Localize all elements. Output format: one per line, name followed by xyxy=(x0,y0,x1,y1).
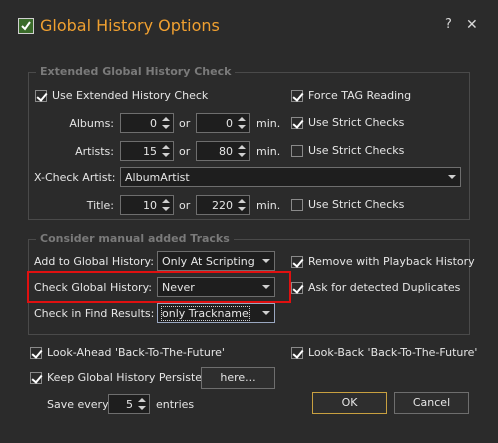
artists-unit-label: min. xyxy=(256,145,281,158)
check-global-value: Never xyxy=(162,281,195,294)
ok-button[interactable]: OK xyxy=(312,392,387,414)
artists-min-value: 15 xyxy=(143,145,157,158)
albums-min-spinner[interactable]: 0 xyxy=(120,113,174,133)
albums-or-label: or xyxy=(179,117,191,130)
extended-group-title: Extended Global History Check xyxy=(36,65,236,78)
title-row-label: Title: xyxy=(86,199,114,212)
force-tag-label: Force TAG Reading xyxy=(308,89,412,102)
check-global-combo[interactable]: Never xyxy=(157,277,275,297)
look-ahead-label: Look-Ahead 'Back-To-The-Future' xyxy=(47,346,225,359)
remove-playback-label: Remove with Playback History xyxy=(308,255,475,268)
albums-label: Albums: xyxy=(69,117,114,130)
albums-min-value: 0 xyxy=(150,117,157,130)
chevron-down-icon[interactable] xyxy=(448,175,456,179)
look-back-label: Look-Back 'Back-To-The-Future' xyxy=(308,346,478,359)
window-title: Global History Options xyxy=(40,16,220,35)
spinner-arrows-icon[interactable] xyxy=(236,197,248,213)
title-strict-checkbox[interactable] xyxy=(291,199,303,211)
app-checklist-icon xyxy=(18,18,34,34)
ask-duplicates-label: Ask for detected Duplicates xyxy=(308,281,461,294)
artists-label: Artists: xyxy=(75,145,114,158)
artists-max-value: 80 xyxy=(219,145,233,158)
use-extended-checkbox[interactable] xyxy=(35,90,47,102)
force-tag-checkbox[interactable] xyxy=(291,90,303,102)
title-min-value: 10 xyxy=(143,199,157,212)
spinner-arrows-icon[interactable] xyxy=(160,115,172,131)
find-results-label: Check in Find Results: xyxy=(34,307,155,320)
spinner-arrows-icon[interactable] xyxy=(236,143,248,159)
keep-persistent-label: Keep Global History Persistent xyxy=(47,371,214,384)
help-button[interactable]: ? xyxy=(445,17,452,32)
title-or-label: or xyxy=(179,199,191,212)
xcheck-artist-label: X-Check Artist: xyxy=(34,171,116,184)
chevron-down-icon[interactable] xyxy=(262,259,270,263)
manual-group-title: Consider manual added Tracks xyxy=(36,232,234,245)
title-bar: Global History Options ? ✕ xyxy=(0,0,498,52)
albums-max-spinner[interactable]: 0 xyxy=(196,113,250,133)
add-to-global-combo[interactable]: Only At Scripting xyxy=(157,251,275,271)
spinner-arrows-icon[interactable] xyxy=(136,396,148,412)
artists-max-spinner[interactable]: 80 xyxy=(196,141,250,161)
spinner-arrows-icon[interactable] xyxy=(160,143,172,159)
title-unit-label: min. xyxy=(256,199,281,212)
save-every-label: Save every xyxy=(47,398,109,411)
albums-max-value: 0 xyxy=(226,117,233,130)
close-button[interactable]: ✕ xyxy=(466,17,478,33)
find-results-value: only Trackname xyxy=(161,306,250,321)
artists-strict-label: Use Strict Checks xyxy=(308,144,405,157)
keep-persistent-checkbox[interactable] xyxy=(30,372,42,384)
find-results-combo[interactable]: only Trackname xyxy=(157,303,275,323)
look-ahead-checkbox[interactable] xyxy=(30,347,42,359)
chevron-down-icon[interactable] xyxy=(262,285,270,289)
xcheck-artist-combo[interactable]: AlbumArtist xyxy=(120,167,461,187)
entries-label: entries xyxy=(156,398,195,411)
artists-min-spinner[interactable]: 15 xyxy=(120,141,174,161)
ask-duplicates-checkbox[interactable] xyxy=(291,282,303,294)
albums-strict-label: Use Strict Checks xyxy=(308,116,405,129)
save-every-value: 5 xyxy=(126,398,133,411)
spinner-arrows-icon[interactable] xyxy=(236,115,248,131)
cancel-button[interactable]: Cancel xyxy=(394,392,469,414)
title-min-spinner[interactable]: 10 xyxy=(120,195,174,215)
albums-unit-label: min. xyxy=(256,117,281,130)
spinner-arrows-icon[interactable] xyxy=(160,197,172,213)
check-global-label: Check Global History: xyxy=(34,281,152,294)
remove-playback-checkbox[interactable] xyxy=(291,256,303,268)
use-extended-label: Use Extended History Check xyxy=(52,89,209,102)
title-max-value: 220 xyxy=(212,199,233,212)
title-strict-label: Use Strict Checks xyxy=(308,198,405,211)
artists-or-label: or xyxy=(179,145,191,158)
albums-strict-checkbox[interactable] xyxy=(291,117,303,129)
xcheck-artist-value: AlbumArtist xyxy=(125,171,190,184)
artists-strict-checkbox[interactable] xyxy=(291,145,303,157)
add-to-global-label: Add to Global History: xyxy=(34,255,154,268)
title-max-spinner[interactable]: 220 xyxy=(196,195,250,215)
add-to-global-value: Only At Scripting xyxy=(162,255,255,268)
look-back-checkbox[interactable] xyxy=(291,347,303,359)
chevron-down-icon[interactable] xyxy=(262,311,270,315)
save-every-spinner[interactable]: 5 xyxy=(108,394,150,414)
here-button[interactable]: here... xyxy=(201,367,275,389)
